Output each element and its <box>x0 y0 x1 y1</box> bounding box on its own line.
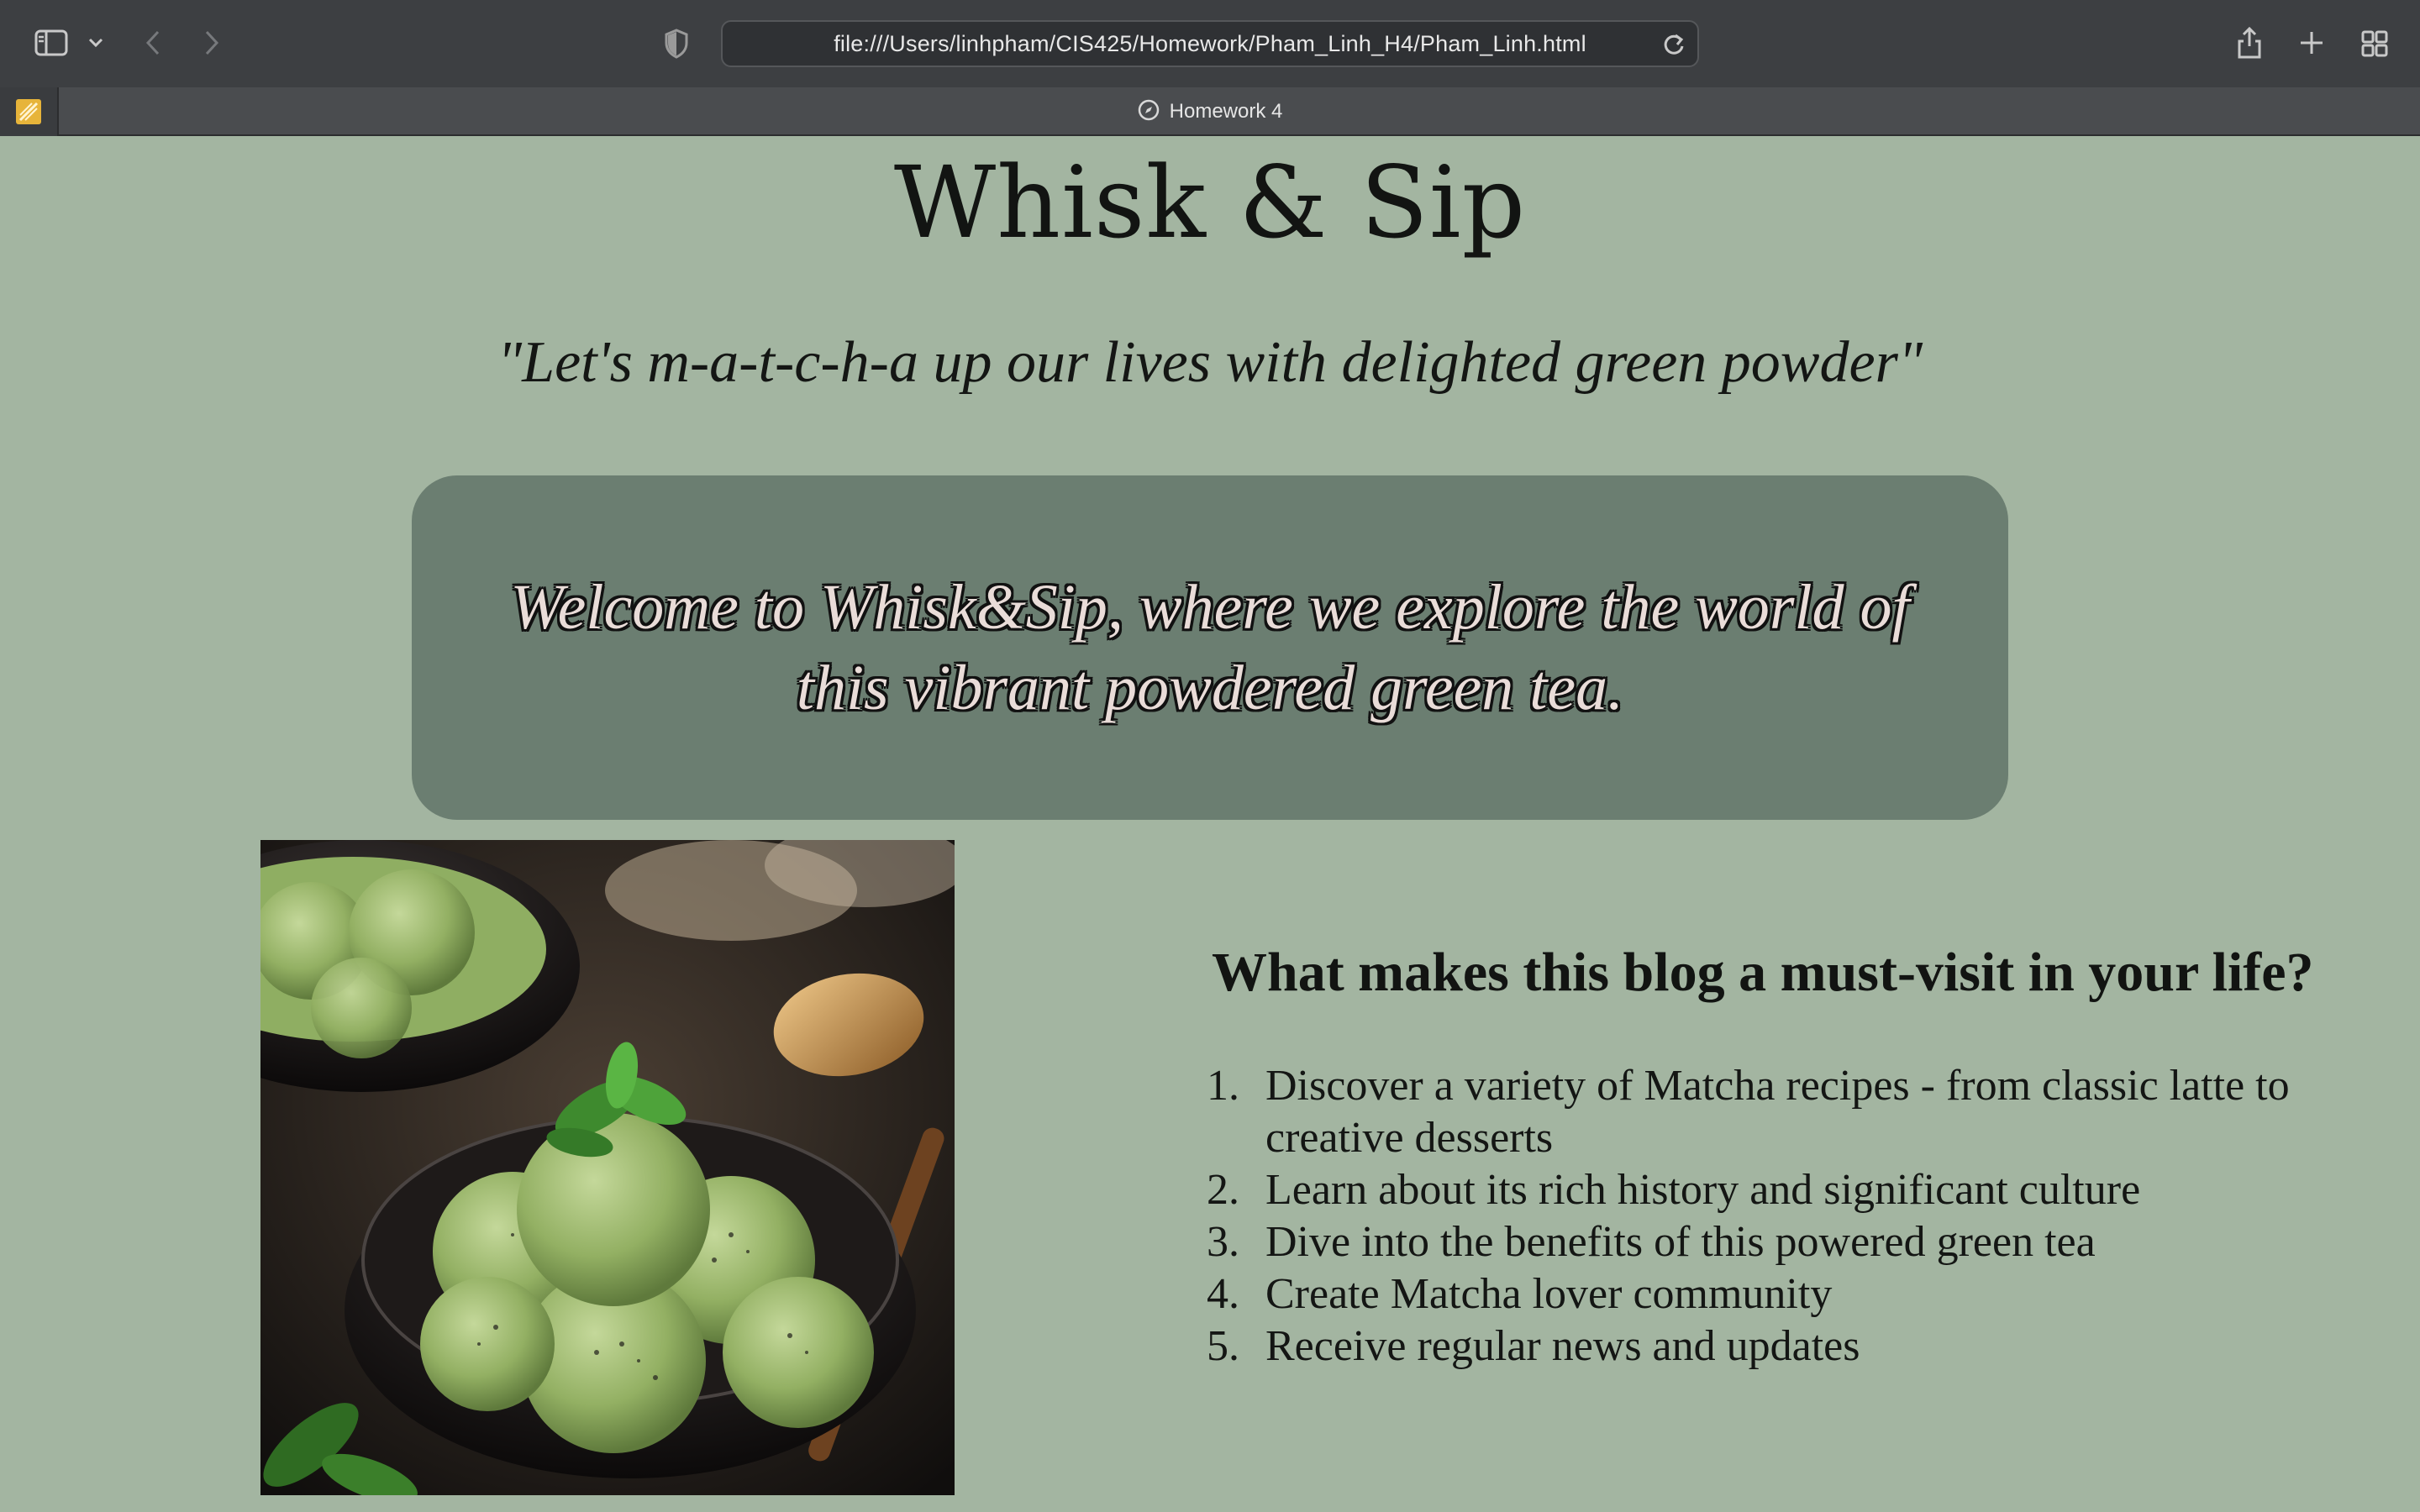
list-text: Discover a variety of Matcha recipes - f… <box>1265 1062 2290 1162</box>
matcha-ice-cream-image <box>260 840 955 1495</box>
list-number: 2. <box>1207 1166 1239 1214</box>
list-number: 4. <box>1207 1270 1239 1318</box>
pinned-tab-favicon[interactable] <box>0 87 59 136</box>
list-item: 3. Dive into the benefits of this powere… <box>1207 1216 2324 1268</box>
features-list: 1. Discover a variety of Matcha recipes … <box>1207 1060 2324 1373</box>
sidebar-icon[interactable] <box>32 25 71 60</box>
grid-icon[interactable] <box>2358 27 2391 60</box>
plus-icon[interactable] <box>2296 27 2328 59</box>
site-title: Whisk & Sip <box>893 144 1527 260</box>
list-item: 1. Discover a variety of Matcha recipes … <box>1207 1060 2324 1164</box>
share-icon[interactable] <box>2233 24 2265 62</box>
list-item: 5. Receive regular news and updates <box>1207 1320 2324 1373</box>
tab-active[interactable]: Homework 4 <box>1092 87 1328 136</box>
forward-arrow-icon[interactable] <box>198 27 225 59</box>
list-text: Learn about its rich history and signifi… <box>1265 1166 2141 1214</box>
tagline: "Let's m-a-t-c-h-a up our lives with del… <box>497 330 1923 395</box>
welcome-text: Welcome to Whisk&Sip, where we explore t… <box>510 572 1910 723</box>
list-item: 4. Create Matcha lover community <box>1207 1268 2324 1320</box>
list-number: 5. <box>1207 1322 1239 1370</box>
url-text: file:///Users/linhpham/CIS425/Homework/P… <box>834 30 1586 56</box>
list-text: Dive into the benefits of this powered g… <box>1265 1218 2096 1266</box>
list-text: Receive regular news and updates <box>1265 1322 1860 1370</box>
features-heading: What makes this blog a must-visit in you… <box>1212 942 2314 1003</box>
browser-toolbar: file:///Users/linhpham/CIS425/Homework/P… <box>0 0 2420 87</box>
reload-icon[interactable] <box>1662 32 1686 61</box>
chevron-down-icon[interactable] <box>84 30 108 55</box>
tab-title: Homework 4 <box>1169 100 1283 123</box>
list-text: Create Matcha lover community <box>1265 1270 1833 1318</box>
address-bar[interactable]: file:///Users/linhpham/CIS425/Homework/P… <box>721 20 1699 67</box>
back-arrow-icon[interactable] <box>139 27 166 59</box>
list-number: 1. <box>1207 1062 1239 1110</box>
list-item: 2. Learn about its rich history and sign… <box>1207 1164 2324 1216</box>
welcome-box: Welcome to Whisk&Sip, where we explore t… <box>412 475 2008 820</box>
shield-icon[interactable] <box>664 29 689 63</box>
list-number: 3. <box>1207 1218 1239 1266</box>
compass-icon <box>1138 99 1160 125</box>
